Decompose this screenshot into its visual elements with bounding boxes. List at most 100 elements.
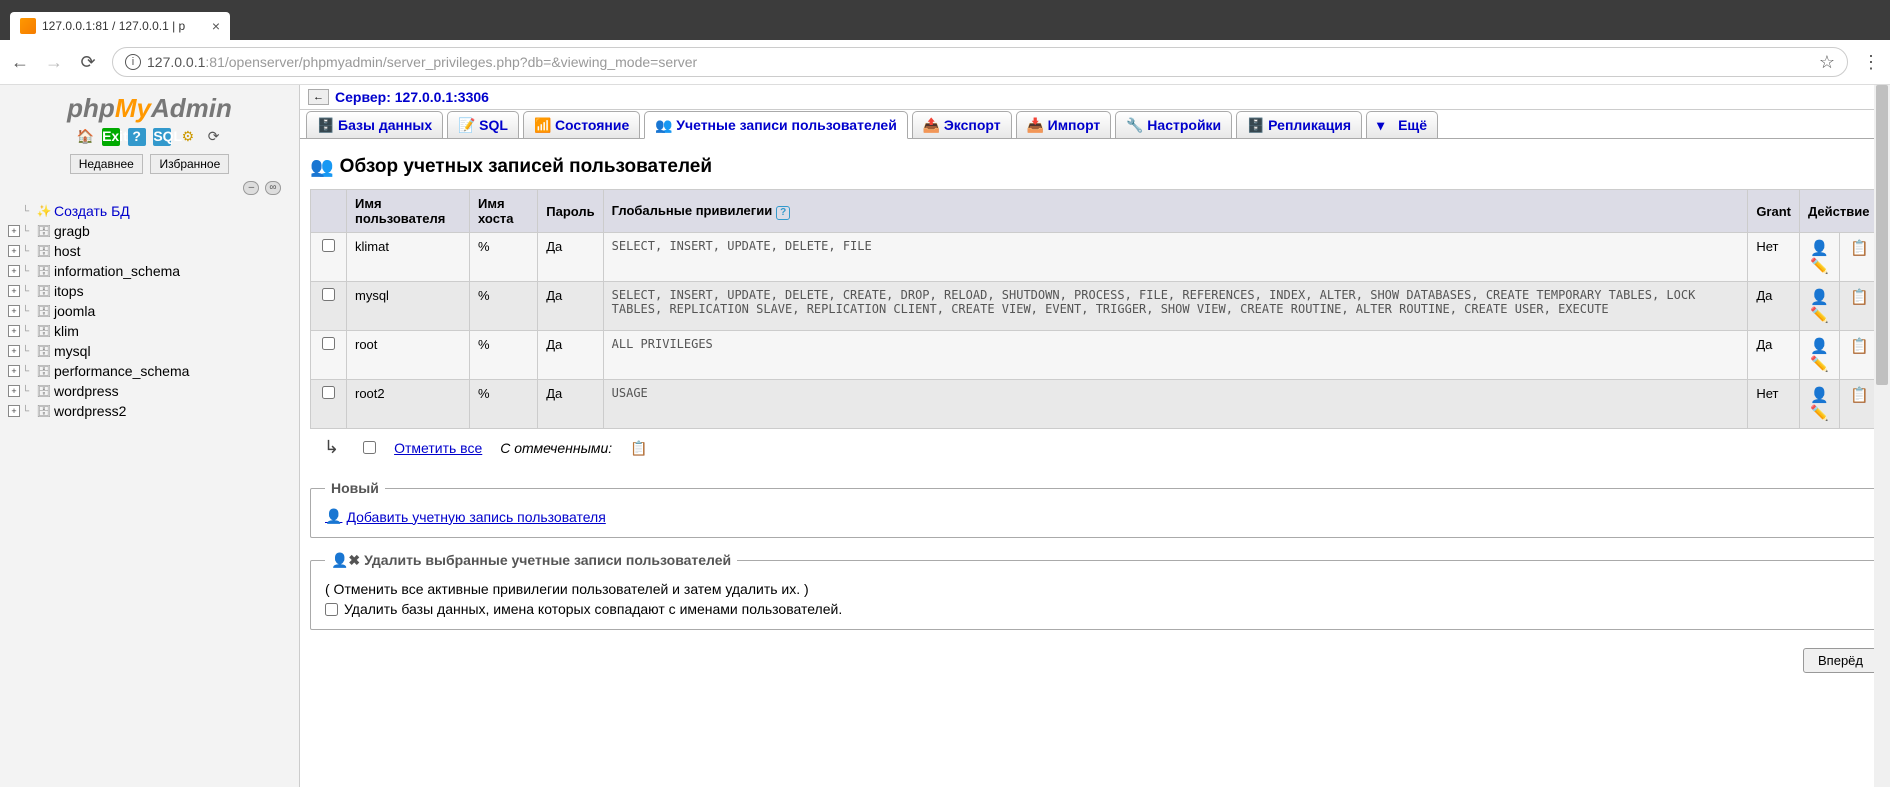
col-user[interactable]: Имя пользователя — [347, 190, 470, 233]
expand-icon[interactable]: + — [8, 225, 20, 237]
new-database-link[interactable]: └ ✨ Создать БД — [8, 201, 291, 221]
col-host[interactable]: Имя хоста — [470, 190, 538, 233]
cell-user: klimat — [347, 233, 470, 282]
row-checkbox[interactable] — [322, 288, 335, 301]
database-icon: 🗄 — [36, 284, 52, 298]
recent-button[interactable]: Недавнее — [70, 154, 143, 174]
check-all-checkbox[interactable] — [363, 441, 376, 454]
check-all-link[interactable]: Отметить все — [394, 440, 482, 456]
close-tab-icon[interactable]: × — [212, 18, 220, 34]
export-selected-icon[interactable]: 📋 — [630, 440, 646, 456]
browser-tab[interactable]: 127.0.0.1:81 / 127.0.0.1 | p × — [10, 12, 230, 40]
cell-user: root2 — [347, 380, 470, 429]
site-info-icon[interactable]: i — [125, 54, 141, 70]
sql-icon[interactable]: SQL — [153, 128, 171, 146]
expand-icon[interactable]: + — [8, 365, 20, 377]
sidebar-db-item[interactable]: +└🗄wordpress2 — [8, 401, 291, 421]
expand-icon[interactable]: + — [8, 345, 20, 357]
edit-priv-icon[interactable]: 👤✏️ — [1810, 387, 1829, 422]
cell-priv: SELECT, INSERT, UPDATE, DELETE, FILE — [603, 233, 1748, 282]
row-checkbox[interactable] — [322, 337, 335, 350]
favorite-button[interactable]: Избранное — [150, 154, 229, 174]
expand-icon[interactable]: + — [8, 405, 20, 417]
sidebar-db-item[interactable]: +└🗄mysql — [8, 341, 291, 361]
expand-icon[interactable]: + — [8, 325, 20, 337]
tab-sql[interactable]: 📝SQL — [447, 111, 519, 138]
row-checkbox[interactable] — [322, 239, 335, 252]
tab-label: Репликация — [1268, 117, 1351, 133]
cell-user: mysql — [347, 282, 470, 331]
expand-icon[interactable]: + — [8, 245, 20, 257]
sidebar-db-item[interactable]: +└🗄klim — [8, 321, 291, 341]
drop-db-option[interactable]: Удалить базы данных, имена которых совпа… — [325, 601, 1865, 617]
link-icon[interactable]: ∞ — [265, 181, 281, 195]
help-icon[interactable]: ? — [128, 128, 146, 146]
row-checkbox[interactable] — [322, 386, 335, 399]
tab-label: Экспорт — [944, 117, 1001, 133]
export-priv-icon[interactable]: 📋 — [1850, 387, 1869, 404]
export-priv-icon[interactable]: 📋 — [1850, 338, 1869, 355]
logo[interactable]: phpMyAdmin — [6, 89, 293, 126]
export-priv-icon[interactable]: 📋 — [1850, 289, 1869, 306]
logout-icon[interactable]: Exit — [102, 128, 120, 146]
tab-label: Настройки — [1147, 117, 1221, 133]
server-label[interactable]: Сервер: 127.0.0.1:3306 — [335, 89, 489, 105]
sidebar-db-item[interactable]: +└🗄wordpress — [8, 381, 291, 401]
expand-icon[interactable]: + — [8, 285, 20, 297]
address-bar[interactable]: i 127.0.0.1:81/openserver/phpmyadmin/ser… — [112, 47, 1848, 77]
tab-настройки[interactable]: 🔧 Настройки — [1115, 111, 1232, 138]
checkall-arrow-icon: ↳ — [324, 437, 339, 458]
tab-icon: 📤 — [923, 117, 939, 133]
db-label: itops — [54, 283, 84, 299]
col-priv[interactable]: Глобальные привилегии? — [603, 190, 1748, 233]
edit-priv-icon[interactable]: 👤✏️ — [1810, 338, 1829, 373]
tab-label: Ещё — [1398, 117, 1427, 133]
sidebar-db-item[interactable]: +└🗄itops — [8, 281, 291, 301]
tab-ещё[interactable]: ▾Ещё — [1366, 111, 1438, 138]
database-icon: 🗄 — [36, 324, 52, 338]
help-icon[interactable]: ? — [776, 206, 790, 220]
db-label: klim — [54, 323, 79, 339]
settings-icon[interactable]: ⚙ — [179, 128, 197, 146]
add-user-link[interactable]: 👤 Добавить учетную запись пользователя — [325, 508, 1865, 525]
db-label: performance_schema — [54, 363, 189, 379]
bookmark-star-icon[interactable]: ☆ — [1819, 52, 1835, 73]
sidebar-db-item[interactable]: +└🗄joomla — [8, 301, 291, 321]
expand-icon[interactable]: + — [8, 385, 20, 397]
tab-icon: 🔧 — [1126, 117, 1142, 133]
export-priv-icon[interactable]: 📋 — [1850, 240, 1869, 257]
reload-button[interactable]: ⟳ — [78, 52, 98, 72]
sidebar-db-item[interactable]: +└🗄gragb — [8, 221, 291, 241]
tab-учетные-записи-пользователей[interactable]: 👥Учетные записи пользователей — [644, 111, 908, 139]
new-db-icon: ✨ — [36, 204, 52, 218]
home-icon[interactable]: 🏠 — [76, 128, 94, 146]
col-action: Действие — [1800, 190, 1880, 233]
col-password[interactable]: Пароль — [538, 190, 603, 233]
tab-состояние[interactable]: 📶Состояние — [523, 111, 640, 138]
submit-button[interactable]: Вперёд — [1803, 648, 1878, 673]
edit-priv-icon[interactable]: 👤✏️ — [1810, 289, 1829, 324]
scrollbar-thumb[interactable] — [1876, 85, 1888, 385]
reload-nav-icon[interactable]: ⟳ — [205, 128, 223, 146]
sidebar-db-item[interactable]: +└🗄performance_schema — [8, 361, 291, 381]
sidebar-db-item[interactable]: +└🗄information_schema — [8, 261, 291, 281]
cell-grant: Да — [1748, 282, 1800, 331]
back-button[interactable]: ← — [10, 52, 30, 72]
vertical-scrollbar[interactable]: ▲ — [1874, 85, 1890, 787]
tab-экспорт[interactable]: 📤 Экспорт — [912, 111, 1012, 138]
delete-users-fieldset: 👤✖ Удалить выбранные учетные записи поль… — [310, 552, 1880, 630]
tab-базы-данных[interactable]: 🗄️Базы данных — [306, 111, 443, 138]
nav-back-icon[interactable]: ← — [308, 89, 329, 105]
col-grant[interactable]: Grant — [1748, 190, 1800, 233]
expand-icon[interactable]: + — [8, 305, 20, 317]
sidebar-db-item[interactable]: +└🗄host — [8, 241, 291, 261]
tab-импорт[interactable]: 📥Импорт — [1016, 111, 1112, 138]
edit-priv-icon[interactable]: 👤✏️ — [1810, 240, 1829, 275]
browser-menu-icon[interactable]: ⋮ — [1862, 52, 1880, 73]
drop-db-checkbox[interactable] — [325, 603, 338, 616]
tab-репликация[interactable]: 🗄️Репликация — [1236, 111, 1362, 138]
collapse-all-icon[interactable]: – — [243, 181, 259, 195]
cell-priv: SELECT, INSERT, UPDATE, DELETE, CREATE, … — [603, 282, 1748, 331]
expand-icon[interactable]: + — [8, 265, 20, 277]
delete-note: ( Отменить все активные привилегии польз… — [325, 581, 1865, 601]
